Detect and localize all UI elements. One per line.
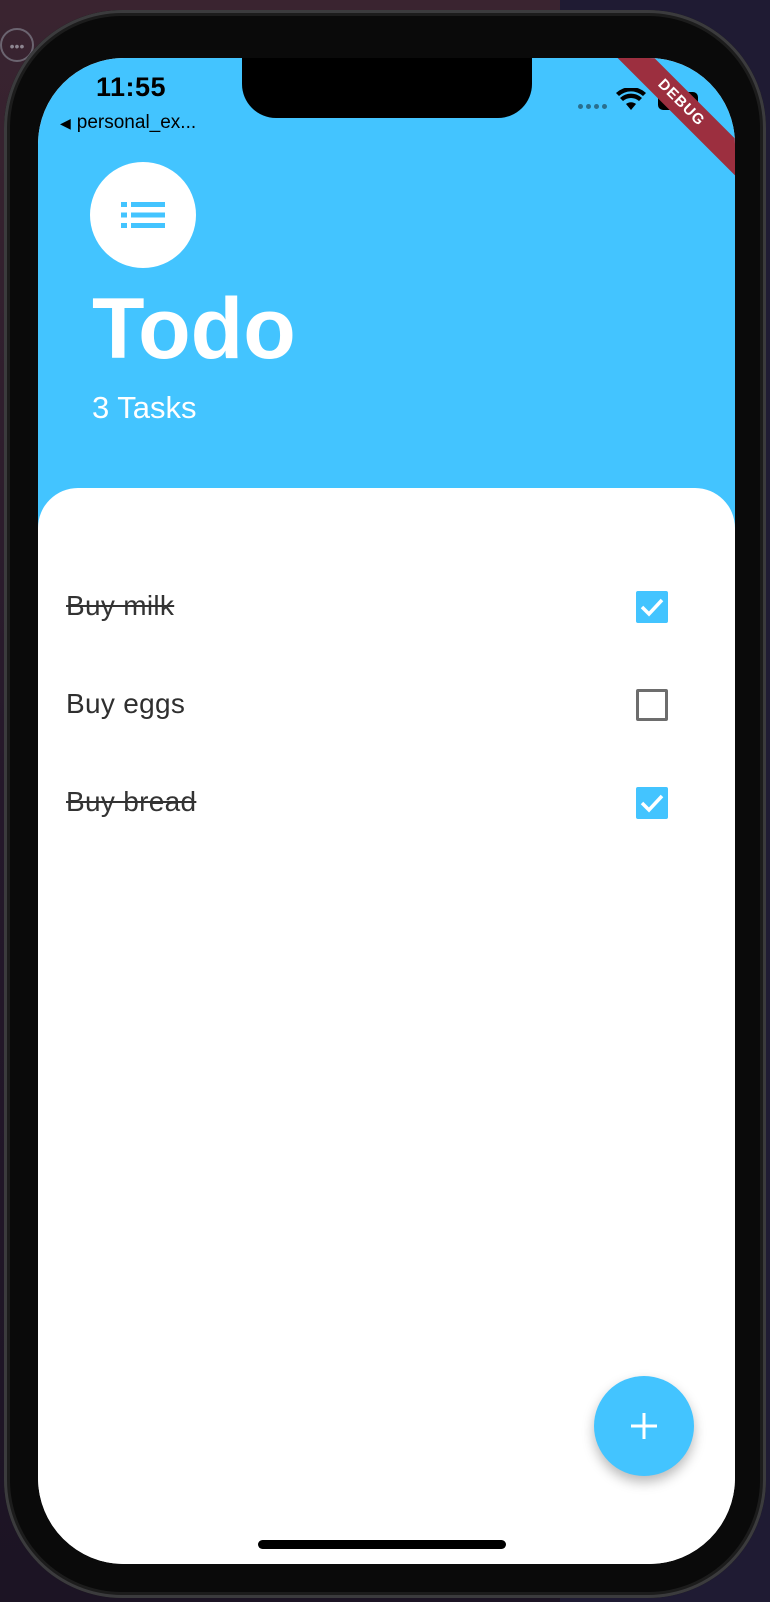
- back-arrow-icon: ◀: [60, 114, 71, 131]
- cellular-signal-icon: [578, 104, 607, 109]
- debug-banner: DEBUG: [601, 58, 735, 183]
- task-count: 3 Tasks: [92, 390, 197, 425]
- phone-frame: 11:55 ◀ personal_ex... DEBUG Todo 3 Task…: [4, 10, 766, 1598]
- back-app-label: personal_ex...: [76, 112, 197, 133]
- todo-label: Buy milk: [66, 590, 175, 621]
- todo-checkbox[interactable]: [636, 591, 668, 623]
- add-todo-button[interactable]: [594, 1376, 694, 1476]
- home-indicator[interactable]: [258, 1540, 506, 1549]
- back-to-app-link[interactable]: ◀ personal_ex...: [60, 112, 196, 134]
- list-avatar: [90, 162, 196, 268]
- list-icon: [121, 202, 165, 228]
- page-title: Todo: [92, 281, 296, 377]
- plus-icon: [631, 1413, 657, 1439]
- todo-item[interactable]: Buy milk: [38, 560, 735, 658]
- todo-label: Buy eggs: [66, 688, 186, 719]
- check-icon: [640, 794, 664, 813]
- app-screen: 11:55 ◀ personal_ex... DEBUG Todo 3 Task…: [38, 58, 735, 1564]
- status-time: 11:55: [96, 72, 167, 102]
- todo-checkbox[interactable]: [636, 689, 668, 721]
- todo-item[interactable]: Buy eggs: [38, 658, 735, 756]
- check-icon: [640, 598, 664, 617]
- todo-checkbox[interactable]: [636, 787, 668, 819]
- wifi-icon: [616, 88, 646, 110]
- todo-label: Buy bread: [66, 786, 197, 817]
- camera-notch: [242, 58, 532, 118]
- todo-item[interactable]: Buy bread: [38, 756, 735, 854]
